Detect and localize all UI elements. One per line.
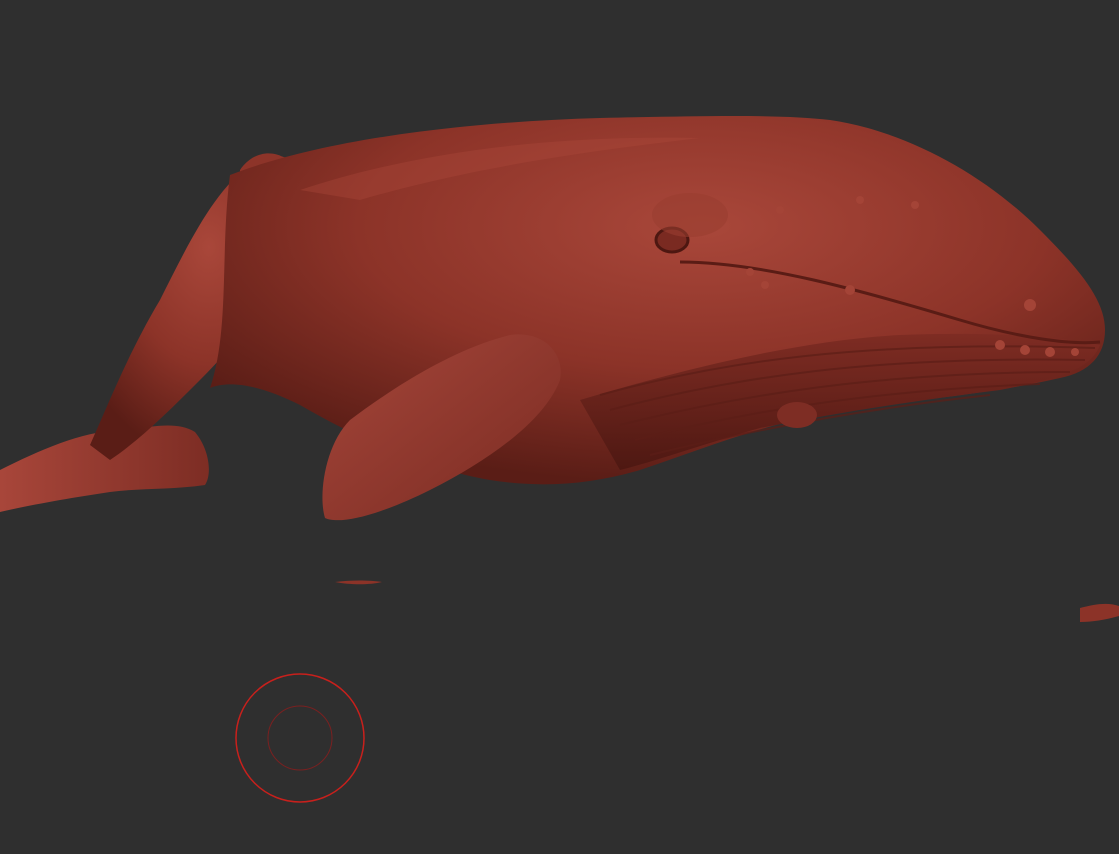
mesh-fragment (1080, 603, 1119, 622)
viewport-canvas[interactable] (0, 0, 1119, 854)
whale-eye-ridge (652, 193, 728, 237)
mesh-fragment (335, 580, 382, 585)
brush-cursor-icon (235, 673, 365, 803)
sculpt-viewport[interactable] (0, 0, 1119, 854)
whale-model[interactable] (0, 116, 1105, 521)
whale-small-flipper (777, 402, 817, 428)
